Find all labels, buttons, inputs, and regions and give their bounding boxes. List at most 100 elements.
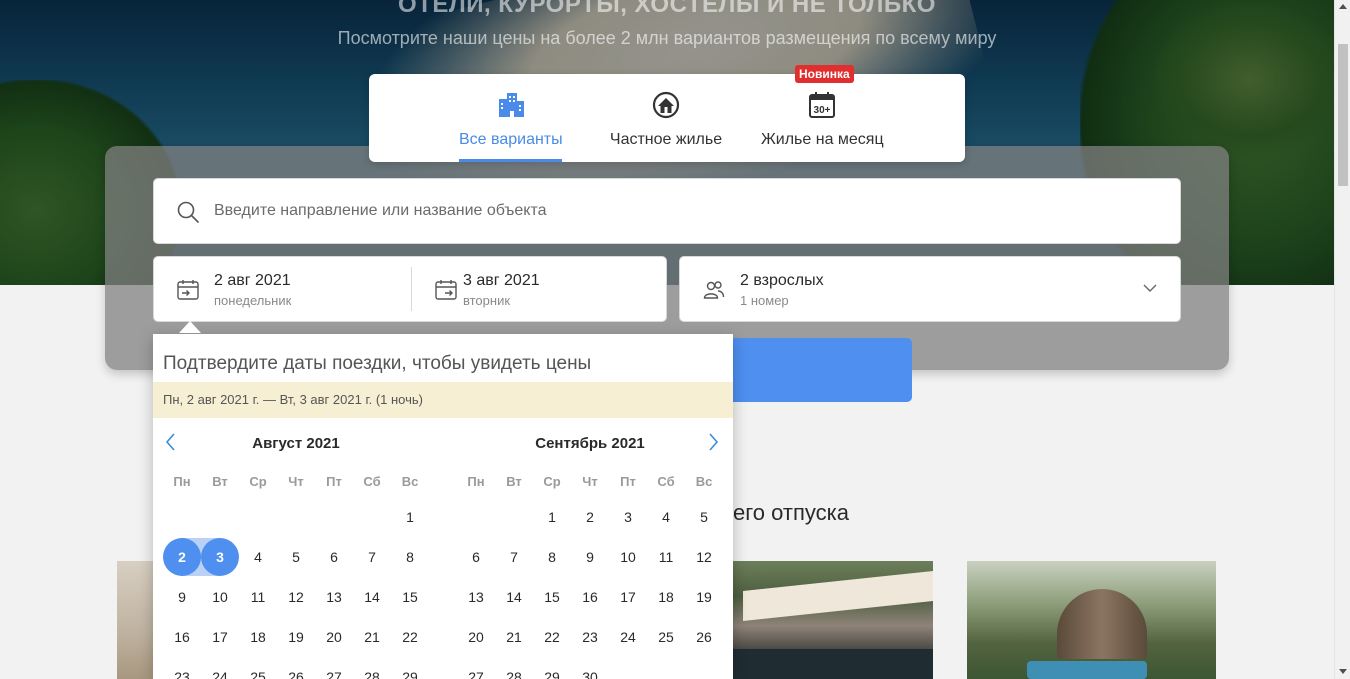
calendar-day[interactable]: 17 — [609, 578, 647, 616]
calendar-day[interactable]: 10 — [201, 578, 239, 616]
calendar-day[interactable]: 15 — [533, 578, 571, 616]
calendar-day[interactable]: 14 — [353, 578, 391, 616]
calendar-day[interactable]: 11 — [647, 538, 685, 576]
calendar-day[interactable]: 12 — [277, 578, 315, 616]
month-title-september: Сентябрь 2021 — [535, 435, 645, 452]
calendar-day[interactable]: 29 — [533, 658, 571, 679]
calendar-day-selected[interactable]: 3 — [201, 538, 239, 576]
calendar-day[interactable]: 5 — [277, 538, 315, 576]
calendar-day[interactable]: 21 — [353, 618, 391, 656]
calendar-day[interactable]: 7 — [353, 538, 391, 576]
calendar-day[interactable]: 17 — [201, 618, 239, 656]
calendar-day[interactable]: 23 — [571, 618, 609, 656]
calendar-day[interactable]: 28 — [353, 658, 391, 679]
calendar-day[interactable]: 26 — [277, 658, 315, 679]
calendar-day[interactable]: 9 — [571, 538, 609, 576]
weekday-label: Ср — [543, 474, 561, 489]
guests-selector[interactable]: 2 взрослых 1 номер — [679, 256, 1181, 322]
calendar-day[interactable]: 3 — [609, 498, 647, 536]
scroll-down-arrow-icon[interactable] — [1339, 669, 1347, 674]
date-picker-prompt: Подтвердите даты поездки, чтобы увидеть … — [163, 353, 592, 374]
tab-all-options[interactable]: Все варианты — [459, 74, 563, 162]
checkout-date: 3 авг 2021 — [463, 272, 540, 289]
calendar-day[interactable]: 19 — [277, 618, 315, 656]
calendar-day[interactable]: 30 — [571, 658, 609, 679]
popup-pointer — [179, 321, 201, 333]
scroll-up-arrow-icon[interactable] — [1339, 4, 1347, 9]
date-picker-popup: Подтвердите даты поездки, чтобы увидеть … — [153, 334, 733, 679]
calendar-day[interactable]: 22 — [391, 618, 429, 656]
calendar-day[interactable]: 22 — [533, 618, 571, 656]
calendar-day[interactable]: 8 — [533, 538, 571, 576]
property-dome-detail — [1057, 589, 1147, 659]
checkin-date-field[interactable]: 2 авг 2021 понедельник — [154, 257, 411, 321]
calendar-day[interactable]: 8 — [391, 538, 429, 576]
calendar-day[interactable]: 7 — [495, 538, 533, 576]
calendar-day[interactable]: 29 — [391, 658, 429, 679]
checkout-date-field[interactable]: 3 авг 2021 вторник — [412, 257, 668, 321]
weekday-label: Сб — [657, 474, 675, 489]
guests-summary: 2 взрослых — [740, 272, 824, 289]
tab-monthly-stays[interactable]: 30+ Жилье на месяц — [761, 74, 884, 162]
calendar-day[interactable]: 15 — [391, 578, 429, 616]
weekday-label: Пн — [467, 474, 485, 489]
calendar-day[interactable]: 16 — [571, 578, 609, 616]
checkin-weekday: понедельник — [214, 293, 292, 308]
property-card-image[interactable] — [733, 561, 933, 679]
guests-icon — [703, 281, 725, 299]
calendar-day[interactable]: 13 — [457, 578, 495, 616]
calendar-day[interactable]: 20 — [457, 618, 495, 656]
calendar-day[interactable]: 1 — [391, 498, 429, 536]
calendar-day[interactable]: 4 — [647, 498, 685, 536]
month-title-august: Август 2021 — [252, 435, 340, 452]
calendar-day[interactable]: 16 — [163, 618, 201, 656]
calendar-day[interactable]: 26 — [685, 618, 723, 656]
tab-private-homes[interactable]: Частное жилье — [609, 74, 723, 162]
weekday-label: Вс — [695, 474, 713, 489]
destination-input[interactable] — [214, 179, 1154, 243]
tab-label: Жилье на месяц — [761, 131, 884, 148]
calendar-day[interactable]: 18 — [647, 578, 685, 616]
calendar-day[interactable]: 28 — [495, 658, 533, 679]
scrollbar-thumb[interactable] — [1338, 44, 1348, 186]
calendar-day[interactable]: 9 — [163, 578, 201, 616]
weekday-label: Вт — [506, 474, 522, 489]
calendar-day[interactable]: 27 — [457, 658, 495, 679]
accommodation-type-tabs: Все варианты Частное жилье 30+ Жилье на … — [369, 74, 965, 162]
property-roof-detail — [743, 571, 933, 621]
weekday-label: Чт — [288, 474, 304, 489]
weekday-label: Пт — [326, 474, 342, 489]
search-button[interactable] — [733, 338, 912, 402]
calendar-day[interactable]: 2 — [571, 498, 609, 536]
property-card-image[interactable] — [967, 561, 1216, 679]
checkout-weekday: вторник — [463, 293, 511, 308]
calendar-day[interactable]: 4 — [239, 538, 277, 576]
calendar-day[interactable]: 20 — [315, 618, 353, 656]
calendar-day[interactable]: 27 — [315, 658, 353, 679]
active-tab-underline — [459, 159, 562, 162]
calendar-day[interactable]: 11 — [239, 578, 277, 616]
property-card-image[interactable] — [117, 561, 157, 679]
calendar-day[interactable]: 25 — [239, 658, 277, 679]
calendar-day[interactable]: 1 — [533, 498, 571, 536]
calendar-day[interactable]: 19 — [685, 578, 723, 616]
property-pool-detail — [1027, 661, 1147, 679]
destination-search — [153, 178, 1181, 244]
calendar-day[interactable]: 23 — [163, 658, 201, 679]
chevron-down-icon — [1143, 284, 1157, 292]
calendar-day-selected[interactable]: 2 — [163, 538, 201, 576]
calendar-day[interactable]: 6 — [315, 538, 353, 576]
selected-range-banner: Пн, 2 авг 2021 г. — Вт, 3 авг 2021 г. (1… — [153, 382, 733, 418]
calendar-day[interactable]: 25 — [647, 618, 685, 656]
calendar-day[interactable]: 24 — [201, 658, 239, 679]
calendar-day[interactable]: 5 — [685, 498, 723, 536]
calendar-day[interactable]: 12 — [685, 538, 723, 576]
page-scrollbar[interactable] — [1334, 0, 1350, 679]
calendar-day[interactable]: 6 — [457, 538, 495, 576]
calendar-day[interactable]: 18 — [239, 618, 277, 656]
calendar-day[interactable]: 24 — [609, 618, 647, 656]
calendar-day[interactable]: 21 — [495, 618, 533, 656]
calendar-day[interactable]: 14 — [495, 578, 533, 616]
calendar-day[interactable]: 10 — [609, 538, 647, 576]
calendar-day[interactable]: 13 — [315, 578, 353, 616]
